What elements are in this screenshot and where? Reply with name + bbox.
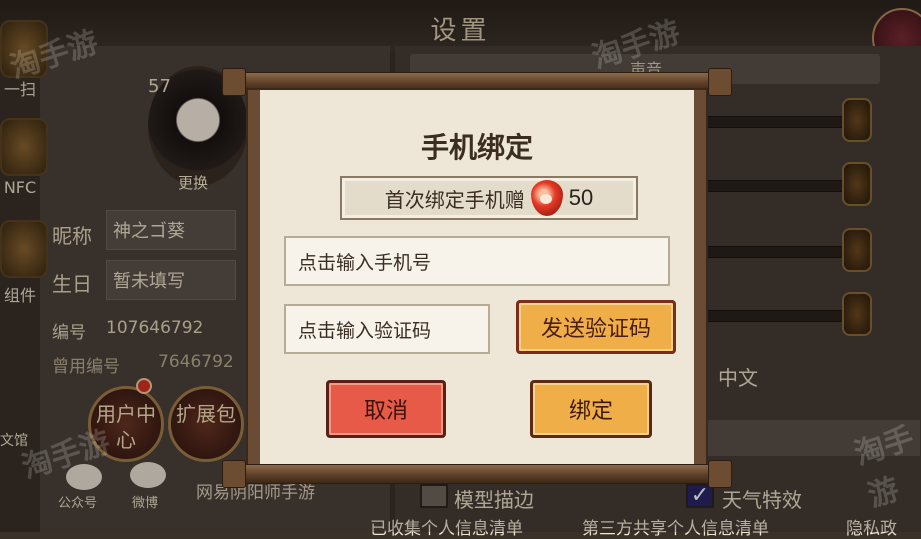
scroll-top-cap-left	[222, 68, 246, 96]
dialog-title: 手机绑定	[420, 131, 533, 164]
phone-bind-dialog: 手机绑定 首次绑定手机赠 50 点击输入手机号 点击输入验证码 发送验证码 取消…	[248, 90, 706, 468]
reward-banner: 首次绑定手机赠 50	[340, 176, 638, 220]
scroll-top-rod	[228, 72, 728, 92]
reward-value: 50	[568, 185, 594, 210]
scroll-bottom-rod	[228, 464, 728, 484]
send-code-button[interactable]: 发送验证码	[516, 300, 676, 354]
cancel-button[interactable]: 取消	[326, 380, 446, 438]
scroll-bottom-cap-left	[222, 460, 246, 488]
scroll-bottom-cap-right	[708, 460, 732, 488]
reward-text: 首次绑定手机赠	[384, 187, 525, 212]
scroll-top-cap-right	[708, 68, 732, 96]
phone-number-input[interactable]: 点击输入手机号	[284, 236, 670, 286]
verification-code-input[interactable]: 点击输入验证码	[284, 304, 490, 354]
bind-button[interactable]: 绑定	[530, 380, 652, 438]
magatama-icon	[530, 180, 563, 216]
